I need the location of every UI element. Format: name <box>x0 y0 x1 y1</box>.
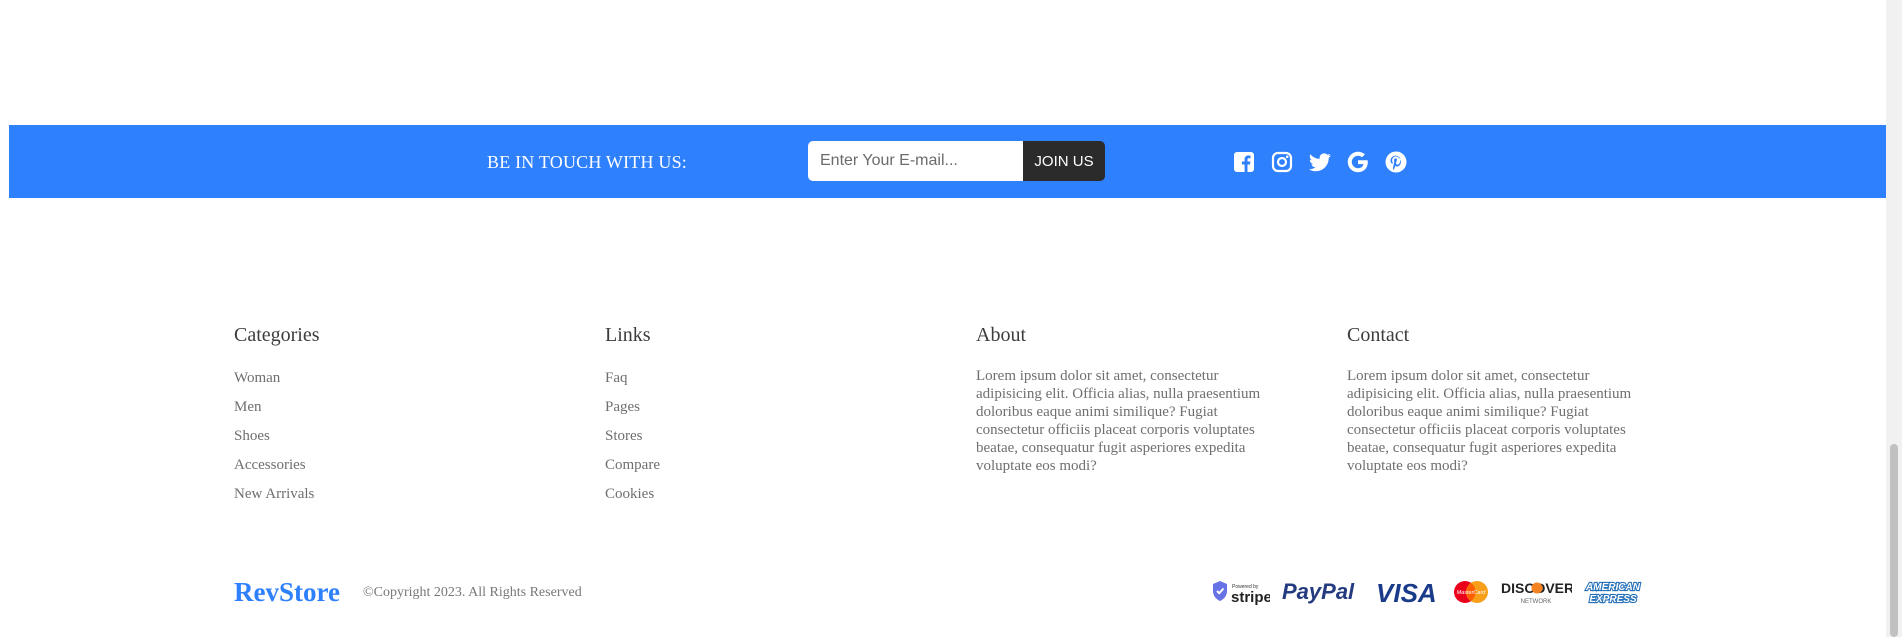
svg-text:VISA: VISA <box>1376 578 1437 606</box>
join-us-button[interactable]: JOIN US <box>1023 141 1105 181</box>
stripe-logo-icon: Powered by stripe <box>1210 578 1270 606</box>
newsletter-bar: BE IN TOUCH WITH US: JOIN US <box>9 125 1886 198</box>
copyright-text: ©Copyright 2023. All Rights Reserved <box>363 585 582 600</box>
visa-logo-icon: VISA <box>1374 578 1442 606</box>
mastercard-logo-icon: MasterCard <box>1452 578 1490 606</box>
svg-text:AMERICAN: AMERICAN <box>1585 582 1641 593</box>
link-cookies[interactable]: Cookies <box>605 485 915 514</box>
svg-text:MasterCard: MasterCard <box>1457 590 1487 596</box>
email-input[interactable] <box>808 141 1023 181</box>
svg-text:PayPal: PayPal <box>1282 579 1355 604</box>
discover-logo-icon: DISCOVER NETWORK <box>1500 578 1572 606</box>
twitter-icon[interactable] <box>1307 149 1333 175</box>
american-express-logo-icon: AMERICAN EXPRESS <box>1582 578 1644 606</box>
links-list: Faq Pages Stores Compare Cookies <box>605 369 915 514</box>
links-heading: Links <box>605 324 651 346</box>
link-compare[interactable]: Compare <box>605 456 915 485</box>
facebook-icon[interactable] <box>1231 149 1257 175</box>
category-link-shoes[interactable]: Shoes <box>234 427 544 456</box>
footer-contact: Contact Lorem ipsum dolor sit amet, cons… <box>1347 324 1657 475</box>
category-link-men[interactable]: Men <box>234 398 544 427</box>
scrollbar-thumb[interactable] <box>1890 444 1898 637</box>
page: BE IN TOUCH WITH US: JOIN US Categories … <box>0 0 1886 637</box>
paypal-logo-icon: PayPal <box>1280 578 1364 606</box>
categories-heading: Categories <box>234 324 320 346</box>
about-text: Lorem ipsum dolor sit amet, consectetur … <box>976 368 1261 474</box>
category-link-woman[interactable]: Woman <box>234 369 544 398</box>
svg-text:stripe: stripe <box>1231 589 1270 606</box>
footer-about: About Lorem ipsum dolor sit amet, consec… <box>976 324 1286 475</box>
link-stores[interactable]: Stores <box>605 427 915 456</box>
google-icon[interactable] <box>1345 149 1371 175</box>
categories-list: Woman Men Shoes Accessories New Arrivals <box>234 369 544 514</box>
social-links <box>1231 149 1409 175</box>
payment-methods: Powered by stripe PayPal VISA MasterCard <box>1210 578 1644 606</box>
footer-categories: Categories Woman Men Shoes Accessories N… <box>234 324 544 514</box>
link-pages[interactable]: Pages <box>605 398 915 427</box>
category-link-new-arrivals[interactable]: New Arrivals <box>234 485 544 514</box>
svg-text:EXPRESS: EXPRESS <box>1589 594 1637 605</box>
instagram-icon[interactable] <box>1269 149 1295 175</box>
svg-text:NETWORK: NETWORK <box>1521 599 1552 605</box>
contact-heading: Contact <box>1347 324 1410 346</box>
footer-links: Links Faq Pages Stores Compare Cookies <box>605 324 915 514</box>
category-link-accessories[interactable]: Accessories <box>234 456 544 485</box>
pinterest-icon[interactable] <box>1383 149 1409 175</box>
brand-logo[interactable]: RevStore <box>234 577 340 608</box>
vertical-scrollbar[interactable] <box>1886 0 1902 637</box>
newsletter-label: BE IN TOUCH WITH US: <box>487 152 688 172</box>
about-heading: About <box>976 324 1026 346</box>
link-faq[interactable]: Faq <box>605 369 915 398</box>
contact-text: Lorem ipsum dolor sit amet, consectetur … <box>1347 368 1632 474</box>
